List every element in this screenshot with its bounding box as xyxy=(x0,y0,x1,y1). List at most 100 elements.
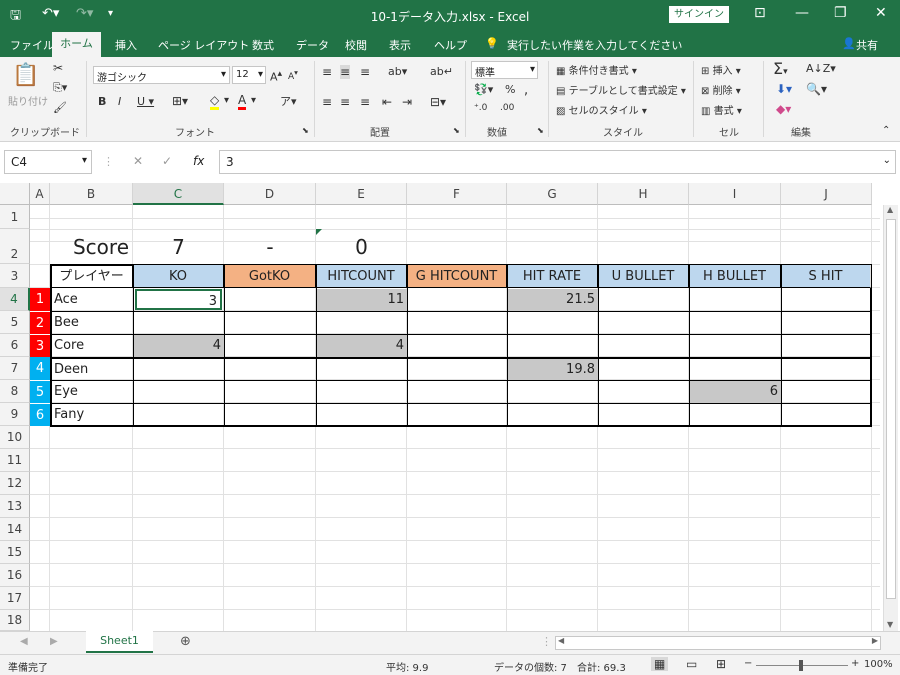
percent-icon[interactable]: % xyxy=(505,83,515,96)
cell-g7[interactable]: 19.8 xyxy=(508,359,598,380)
chevron-down-icon[interactable]: ▾ xyxy=(224,95,229,106)
cell-i8[interactable]: 6 xyxy=(690,381,781,403)
number-format-combo[interactable]: 標準 ▾ xyxy=(471,61,538,79)
tab-home[interactable]: ホーム xyxy=(52,32,101,57)
increase-indent-icon[interactable]: ⇥ xyxy=(402,95,412,109)
paste-icon[interactable]: 📋 xyxy=(12,63,39,88)
row-header-7[interactable]: 7 xyxy=(0,357,30,380)
normal-view-icon[interactable]: ▦ xyxy=(651,657,669,671)
page-layout-view-icon[interactable]: ▭ xyxy=(686,657,697,671)
player-number[interactable]: 3 xyxy=(30,334,50,357)
horizontal-scrollbar[interactable]: ◀ ▶ xyxy=(555,636,881,650)
column-header-f[interactable]: F xyxy=(407,183,507,205)
header-h-bullet[interactable]: H BULLET xyxy=(689,265,781,288)
font-size-combo[interactable]: 12 ▾ xyxy=(232,66,266,84)
player-number[interactable]: 4 xyxy=(30,357,50,380)
dialog-launcher-icon[interactable]: ⬊ xyxy=(302,126,309,135)
font-name-combo[interactable]: 游ゴシック ▾ xyxy=(93,66,230,84)
minimize-icon[interactable]: — xyxy=(795,5,809,21)
cut-icon[interactable]: ✂ xyxy=(53,61,63,75)
ribbon-display-icon[interactable]: ⊡ xyxy=(754,5,766,21)
page-break-view-icon[interactable]: ⊞ xyxy=(716,657,726,671)
conditional-format-button[interactable]: ▦ 条件付き書式 ▾ xyxy=(556,62,637,77)
player-name[interactable]: Bee xyxy=(51,312,133,334)
clear-icon[interactable]: ◆▾ xyxy=(776,102,791,116)
column-header-i[interactable]: I xyxy=(689,183,781,205)
header-ko[interactable]: KO xyxy=(133,265,224,288)
header-gotko[interactable]: GotKO xyxy=(224,265,316,288)
comma-icon[interactable]: , xyxy=(524,83,528,98)
currency-icon[interactable]: 💱▾ xyxy=(474,83,493,96)
delete-cells-button[interactable]: ⊠ 削除 ▾ xyxy=(701,82,741,97)
cell-c6[interactable]: 4 xyxy=(134,335,224,357)
dialog-launcher-icon[interactable]: ⬊ xyxy=(453,126,460,135)
player-name[interactable]: Deen xyxy=(51,359,133,380)
zoom-in-icon[interactable]: + xyxy=(851,658,859,669)
cell-e6[interactable]: 4 xyxy=(317,335,407,357)
header-g-hitcount[interactable]: G HITCOUNT xyxy=(407,265,507,288)
decrease-font-icon[interactable]: A▾ xyxy=(288,68,298,82)
phonetic-icon[interactable]: ア▾ xyxy=(280,93,297,109)
scroll-down-icon[interactable]: ▼ xyxy=(887,620,893,629)
header-hitcount[interactable]: HITCOUNT xyxy=(316,265,407,288)
score-left[interactable]: 7 xyxy=(133,229,224,264)
row-header-18[interactable]: 18 xyxy=(0,610,30,631)
align-right-icon[interactable]: ≡ xyxy=(360,95,370,109)
row-header-8[interactable]: 8 xyxy=(0,380,30,403)
align-top-icon[interactable]: ≡ xyxy=(322,65,332,79)
row-header-11[interactable]: 11 xyxy=(0,449,30,472)
tab-review[interactable]: 校閲 xyxy=(345,37,367,53)
share-icon[interactable]: 👤 xyxy=(842,37,856,50)
cancel-icon[interactable]: ✕ xyxy=(133,154,143,168)
cell-styles-button[interactable]: ▨ セルのスタイル ▾ xyxy=(556,102,647,117)
zoom-slider-thumb[interactable] xyxy=(799,660,803,671)
scroll-up-icon[interactable]: ▲ xyxy=(887,205,893,214)
increase-decimal-icon[interactable]: ⁺.0 xyxy=(474,103,487,113)
tab-help[interactable]: ヘルプ xyxy=(434,37,467,53)
player-number[interactable]: 5 xyxy=(30,380,50,403)
column-header-d[interactable]: D xyxy=(224,183,316,205)
status-count[interactable]: データの個数: 7 xyxy=(494,659,567,674)
row-header-6[interactable]: 6 xyxy=(0,334,30,357)
row-header-10[interactable]: 10 xyxy=(0,426,30,449)
prev-sheet-icon[interactable]: ◀ xyxy=(20,636,28,647)
decrease-indent-icon[interactable]: ⇤ xyxy=(382,95,392,109)
italic-icon[interactable]: I xyxy=(118,95,121,108)
row-header-13[interactable]: 13 xyxy=(0,495,30,518)
format-cells-button[interactable]: ▥ 書式 ▾ xyxy=(701,102,742,117)
column-header-j[interactable]: J xyxy=(781,183,872,205)
row-header-12[interactable]: 12 xyxy=(0,472,30,495)
cell-e4[interactable]: 11 xyxy=(317,289,407,311)
decrease-decimal-icon[interactable]: .00 xyxy=(500,103,514,113)
orientation-icon[interactable]: ab▾ xyxy=(388,65,407,78)
scroll-right-icon[interactable]: ▶ xyxy=(872,636,878,645)
tab-page-layout[interactable]: ページ レイアウト xyxy=(158,37,249,53)
align-bottom-icon[interactable]: ≡ xyxy=(360,65,370,79)
player-number[interactable]: 6 xyxy=(30,403,50,426)
column-header-e[interactable]: E xyxy=(316,183,407,205)
header-player[interactable]: プレイヤー xyxy=(51,265,133,288)
align-middle-icon[interactable]: ≡ xyxy=(340,65,351,79)
score-right[interactable]: 0 xyxy=(316,229,407,264)
sort-filter-icon[interactable]: A↓Z▾ xyxy=(806,62,836,75)
header-s-hit[interactable]: S HIT xyxy=(781,265,871,288)
collapse-ribbon-icon[interactable]: ⌃ xyxy=(882,125,890,136)
find-select-icon[interactable]: 🔍▾ xyxy=(806,82,827,96)
copy-icon[interactable]: ⎘▾ xyxy=(53,81,67,95)
row-header-14[interactable]: 14 xyxy=(0,518,30,541)
status-average[interactable]: 平均: 9.9 xyxy=(386,659,428,674)
insert-cells-button[interactable]: ⊞ 挿入 ▾ xyxy=(701,62,741,77)
fill-color-icon[interactable]: ◇ xyxy=(210,93,220,110)
row-header-4[interactable]: 4 xyxy=(0,288,30,311)
status-sum[interactable]: 合計: 69.3 xyxy=(577,659,626,674)
column-header-b[interactable]: B xyxy=(50,183,133,205)
row-header-9[interactable]: 9 xyxy=(0,403,30,426)
column-header-c[interactable]: C xyxy=(133,183,224,205)
bold-icon[interactable]: B xyxy=(98,95,106,108)
underline-icon[interactable]: U ▾ xyxy=(137,95,154,108)
align-left-icon[interactable]: ≡ xyxy=(322,95,332,109)
fill-icon[interactable]: ⬇▾ xyxy=(776,82,792,96)
tab-view[interactable]: 表示 xyxy=(389,37,411,53)
player-name[interactable]: Core xyxy=(51,335,133,357)
row-header-5[interactable]: 5 xyxy=(0,311,30,334)
